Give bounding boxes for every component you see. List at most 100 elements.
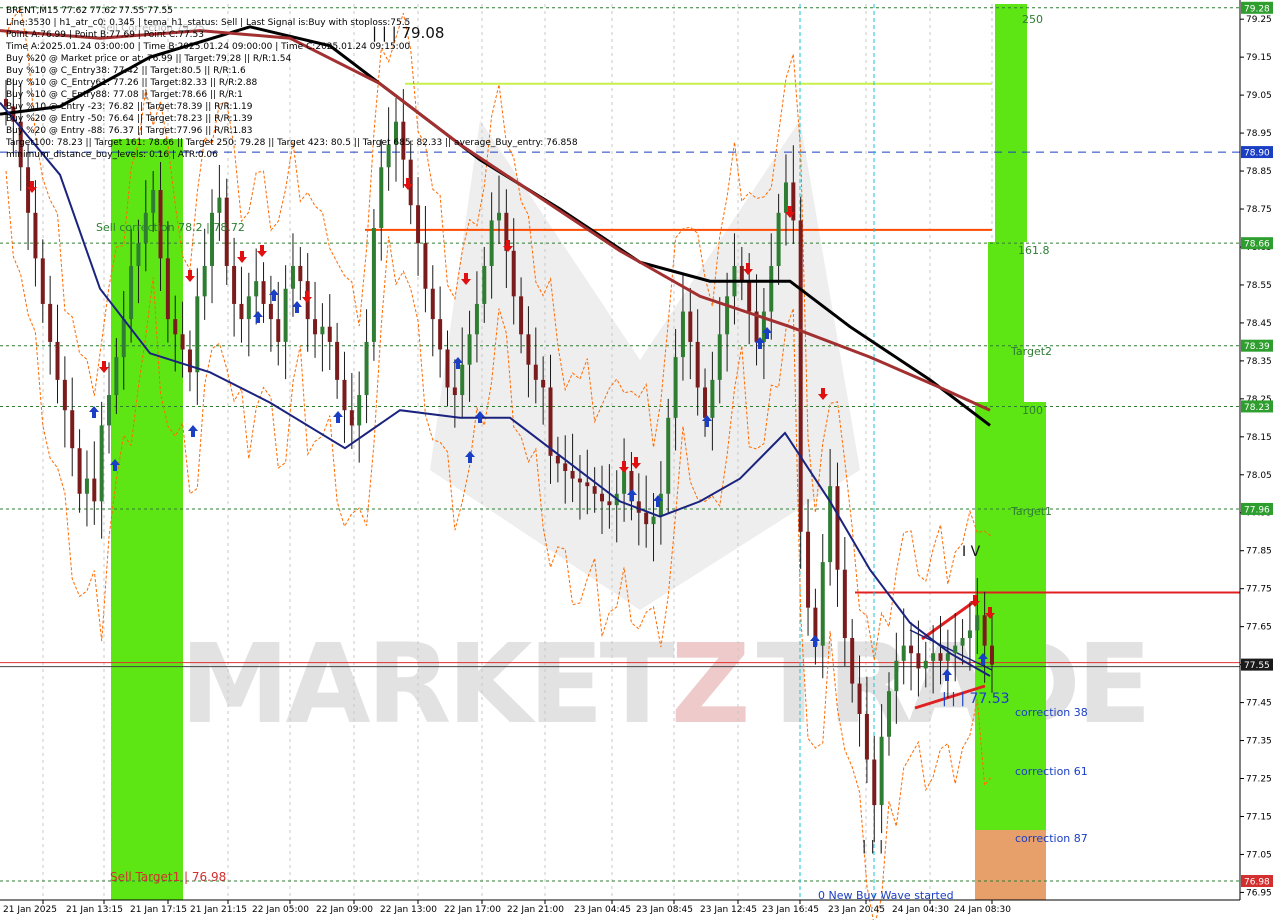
price-tick-label: 77.65 [1246, 623, 1272, 633]
level-label: 100 [1022, 404, 1043, 417]
candle-body [850, 638, 855, 684]
candle-body [84, 478, 89, 494]
candle-body [195, 296, 200, 373]
candle-body [423, 243, 428, 289]
candle-body [349, 410, 354, 426]
top-price-label: | | | 79.08 [372, 24, 444, 42]
candle-body [474, 303, 479, 335]
candle-body [136, 243, 141, 266]
candle-body [217, 197, 222, 213]
candle-body [982, 615, 987, 646]
candle-body [909, 645, 914, 654]
candle-body [577, 478, 582, 483]
candle-body [261, 281, 266, 304]
time-tick-label: 23 Jan 12:45 [700, 905, 757, 915]
price-tick-label: 79.15 [1246, 53, 1272, 63]
candle-body [695, 341, 700, 388]
info-line: Buy %20 @ Market price or at: 76.99 || T… [6, 54, 291, 64]
price-tick-label: 79.25 [1246, 15, 1272, 25]
price-tick-label: 77.75 [1246, 585, 1272, 595]
candle-body [107, 395, 112, 426]
price-tick-label: 77.85 [1246, 547, 1272, 557]
level-label: Target2 [1010, 345, 1052, 358]
candle-body [717, 334, 722, 380]
price-tick-label: 77.45 [1246, 699, 1272, 709]
candle-body [342, 379, 347, 411]
candle-body [48, 303, 53, 342]
time-tick-label: 22 Jan 05:00 [252, 905, 309, 915]
sell-correction-label: Sell correction 78.2 | 78.72 [96, 221, 245, 234]
candle-body [555, 455, 560, 464]
candle-body [688, 311, 693, 342]
candle-body [967, 630, 972, 639]
candle-body [585, 482, 590, 487]
candle-body [232, 265, 237, 304]
price-tag-label: 76.98 [1244, 878, 1270, 888]
candle-body [960, 638, 965, 646]
candle-body [644, 512, 649, 525]
candle-body [99, 425, 104, 502]
correction-label: correction 38 [1015, 706, 1088, 719]
price-tag-label: 77.55 [1244, 661, 1270, 671]
candle-body [953, 645, 958, 654]
info-line: Line:3530 | h1_atr_c0: 0.345 | tema_h1_s… [6, 18, 410, 28]
price-tick-label: 77.15 [1246, 812, 1272, 822]
candle-body [945, 653, 950, 661]
info-line: Buy %10 @ C_Entry88: 77.08 || Target:78.… [6, 90, 243, 100]
candle-body [180, 334, 185, 350]
candle-body [298, 265, 303, 282]
price-tag-label: 78.39 [1244, 342, 1270, 352]
candle-body [129, 265, 134, 320]
watermark-part: MARKET [180, 620, 675, 748]
correction-label: correction 61 [1015, 765, 1088, 778]
candle-body [482, 265, 487, 304]
faint-label: Sell Correction 79.25 [100, 23, 205, 34]
candle-body [62, 379, 67, 411]
time-tick-label: 23 Jan 08:45 [636, 905, 693, 915]
candle-body [165, 258, 170, 320]
level-label: 250 [1022, 13, 1043, 26]
chart-canvas[interactable]: MARKETZTRADE BRENT,M15 77.62 77.62 77.55… [0, 0, 1280, 920]
candle-body [77, 448, 82, 494]
point-c-label: | | | 77.53 [942, 691, 1010, 707]
candle-body [121, 319, 126, 358]
time-tick-label: 22 Jan 13:00 [380, 905, 437, 915]
candle-body [975, 615, 980, 631]
time-tick-label: 22 Jan 21:00 [507, 905, 564, 915]
candle-body [563, 463, 568, 471]
candle-body [938, 653, 943, 661]
price-tick-label: 77.05 [1246, 850, 1272, 860]
candle-body [70, 410, 75, 449]
symbol-title: BRENT,M15 77.62 77.62 77.55 77.55 [6, 6, 173, 16]
candle-body [666, 417, 671, 494]
price-tag-label: 78.66 [1244, 240, 1270, 250]
sell-target-label: Sell Target1 | 76.98 [110, 870, 226, 884]
candle-body [357, 395, 362, 426]
price-tick-label: 78.35 [1246, 357, 1272, 367]
candle-body [283, 288, 288, 342]
target-zone-161 [988, 242, 1024, 402]
point-a-label: | | | [862, 839, 883, 854]
candle-body [820, 562, 825, 646]
time-tick-label: 23 Jan 04:45 [574, 905, 631, 915]
price-tick-label: 78.85 [1246, 167, 1272, 177]
info-line: Buy %10 @ Entry -23: 76.82 || Target:78.… [6, 102, 253, 112]
price-tick-label: 77.35 [1246, 737, 1272, 747]
candle-body [379, 167, 384, 228]
candle-body [371, 228, 376, 342]
info-line: minimum_distance_buy_levels: 0.16 | ATR:… [6, 150, 218, 160]
candle-body [187, 349, 192, 373]
candle-body [526, 334, 531, 365]
candle-body [519, 296, 524, 335]
candle-body [651, 516, 656, 525]
candle-body [290, 265, 295, 289]
candle-body [835, 486, 840, 570]
candle-body [497, 212, 501, 221]
candle-body [467, 334, 472, 365]
time-tick-label: 24 Jan 04:30 [892, 905, 949, 915]
candle-body [460, 364, 465, 396]
time-tick-label: 24 Jan 08:30 [954, 905, 1011, 915]
candle-body [769, 265, 774, 312]
candle-body [202, 265, 207, 297]
price-tick-label: 76.95 [1246, 888, 1272, 898]
